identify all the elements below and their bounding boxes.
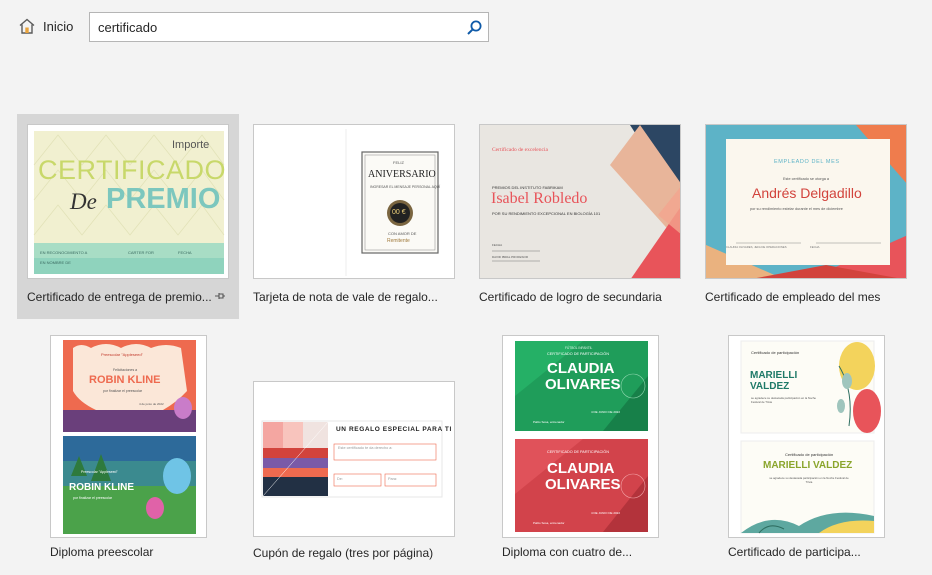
thumb-reason: se agradece su destacada participación e… — [751, 396, 816, 404]
thumb-corner-text: Importe — [172, 139, 210, 151]
thumb-sig1: FECHA — [492, 243, 503, 247]
thumb-sub: CERTIFICADO DE PARTICIPACIÓN — [547, 352, 609, 356]
thumb-footer-2: CARTER FOR — [128, 250, 154, 255]
preescolar-art — [51, 336, 206, 537]
thumb-sig2: DAVID IBRAL PROFESOR — [492, 255, 529, 259]
template-tile-excelencia[interactable]: Certificado de excelencia PREMIOS DEL IN… — [469, 114, 691, 319]
thumb-congrats: Felicitaciones a — [113, 368, 138, 372]
thumb-from-label: CON AMOR DE — [388, 231, 417, 236]
template-thumbnail: FELIZ ANIVERSARIO INGRESAR EL MENSAJE PE… — [253, 124, 455, 279]
thumb-field2: De: — [337, 477, 343, 481]
thumb-name1: MARIELLI — [750, 370, 798, 381]
thumb-sig2: FECHA — [810, 245, 820, 249]
thumb-kicker: Certificado de excelencia — [492, 147, 548, 153]
template-thumbnail: EMPLEADO DEL MES Este certificado se oto… — [705, 124, 907, 279]
thumb-footer-4: EN NOMBRE DE — [40, 260, 71, 265]
participacion-art — [729, 336, 884, 537]
thumb-heading: ANIVERSARIO — [368, 169, 436, 180]
template-tile-cupon[interactable]: UN REGALO ESPECIAL PARA TI Este certific… — [243, 371, 465, 565]
thumb-field3: Para: — [388, 477, 398, 481]
template-thumbnail: UN REGALO ESPECIAL PARA TI Este certific… — [253, 381, 455, 537]
home-button[interactable]: Inicio — [18, 17, 73, 35]
thumb-name1: CLAUDIA — [547, 360, 615, 377]
thumb-date: 4 DE JUNIO DE 2022 — [591, 410, 621, 414]
aniversario-art — [345, 129, 439, 276]
thumb-name1-2: CLAUDIA — [547, 460, 615, 477]
thumb-name2-2: OLIVARES — [545, 476, 621, 493]
template-thumbnail: Importe CERTIFICADO De PREMIO EN RECONOC… — [27, 124, 229, 279]
home-label: Inicio — [43, 18, 74, 34]
thumb-kicker: Preescolar "Appleseed" — [101, 352, 143, 357]
thumb-reason-2: se agradece su destacada participación e… — [769, 476, 849, 484]
template-tile-preescolar[interactable]: Preescolar "Appleseed" Felicitaciones a … — [40, 325, 225, 565]
template-title: Diploma preescolar — [50, 545, 154, 559]
thumb-title-de: De — [70, 189, 97, 214]
template-title: Diploma con cuatro de... — [502, 545, 633, 559]
thumb-reason-2: por finalizar el preescolar — [73, 496, 113, 500]
top-bar: Inicio — [0, 0, 932, 60]
thumb-reason: por su rendimiento estelar durante el me… — [750, 207, 843, 211]
thumb-kicker-2: Certificado de participación — [785, 452, 834, 457]
thumb-reason: por finalizar el preescolar — [103, 389, 143, 393]
template-title: Tarjeta de nota de vale de regalo... — [253, 290, 438, 304]
thumb-coach: Pablo Sosa, entrenador — [533, 420, 565, 424]
thumb-kicker: FÚTBOL INFANTIL — [565, 346, 593, 350]
pin-icon[interactable] — [214, 290, 226, 302]
template-title: Certificado de entrega de premio... — [27, 290, 212, 304]
template-thumbnail: Certificado de excelencia PREMIOS DEL IN… — [479, 124, 681, 279]
thumb-footer-3: FECHA — [178, 250, 192, 255]
thumb-sig1: CLAUDIA OLIVARES, JEFA DE OPERACIONES — [726, 245, 787, 249]
thumb-sub-2: CERTIFICADO DE PARTICIPACIÓN — [547, 450, 609, 454]
template-title: Certificado de empleado del mes — [705, 290, 881, 304]
thumb-kicker-2: Preescolar "Appleseed" — [81, 470, 118, 474]
search-input[interactable] — [90, 13, 460, 41]
cupon-art — [261, 420, 443, 498]
thumb-small: FELIZ — [393, 160, 404, 165]
template-thumbnail: Certificado de participación MARIELLI VA… — [728, 335, 885, 538]
thumb-name2: OLIVARES — [545, 376, 621, 393]
template-thumbnail: Preescolar "Appleseed" Felicitaciones a … — [50, 335, 207, 538]
thumb-name: Andrés Delgadillo — [752, 185, 862, 201]
template-title: Cupón de regalo (tres por página) — [253, 546, 434, 560]
template-tile-empleado[interactable]: EMPLEADO DEL MES Este certificado se oto… — [695, 114, 917, 319]
thumb-footer-1: EN RECONOCIMIENTO A — [40, 250, 88, 255]
search-box — [89, 12, 489, 42]
thumb-title-line1: CERTIFICADO — [38, 155, 227, 185]
template-tile-participacion[interactable]: Certificado de participación MARIELLI VA… — [718, 325, 903, 565]
thumb-pre: Este certificado se otorga a — [783, 177, 830, 181]
template-tile-futbol[interactable]: FÚTBOL INFANTIL CERTIFICADO DE PARTICIPA… — [492, 325, 677, 565]
thumb-reason: POR SU RENDIMIENTO EXCEPCIONAL EN BIOLOG… — [492, 211, 601, 216]
thumb-from: Remitente — [387, 238, 410, 244]
thumb-date-2: 4 DE JUNIO DE 2022 — [591, 511, 621, 515]
thumb-name-full: MARIELLI VALDEZ — [763, 460, 853, 471]
thumb-kicker: Certificado de participación — [751, 350, 800, 355]
thumb-name2: VALDEZ — [750, 381, 790, 392]
home-icon — [19, 18, 35, 34]
thumb-name: Isabel Robledo — [491, 190, 588, 207]
thumb-name: ROBIN KLINE — [89, 374, 161, 386]
template-tile-aniversario[interactable]: FELIZ ANIVERSARIO INGRESAR EL MENSAJE PE… — [243, 114, 465, 319]
template-tile-premio[interactable]: Importe CERTIFICADO De PREMIO EN RECONOC… — [17, 114, 239, 319]
template-thumbnail: FÚTBOL INFANTIL CERTIFICADO DE PARTICIPA… — [502, 335, 659, 538]
thumb-amount: 00 € — [392, 209, 406, 216]
thumb-sub: INGRESAR EL MENSAJE PERSONAL AQUÍ — [370, 185, 441, 189]
thumb-coach-2: Pablo Sosa, entrenador — [533, 521, 565, 525]
thumb-title-line2: PREMIO — [106, 183, 221, 215]
thumb-date: 4 de junio de 2022 — [139, 402, 164, 406]
template-title: Certificado de participa... — [728, 545, 861, 559]
search-icon[interactable] — [466, 19, 483, 36]
thumb-name-2: ROBIN KLINE — [69, 482, 134, 493]
thumb-kicker: EMPLEADO DEL MES — [774, 159, 840, 165]
thumb-field1: Este certificado te da derecho a: — [338, 446, 393, 450]
thumb-heading: UN REGALO ESPECIAL PARA TI — [336, 426, 452, 433]
empleado-art — [706, 125, 906, 278]
template-title: Certificado de logro de secundaria — [479, 290, 662, 304]
